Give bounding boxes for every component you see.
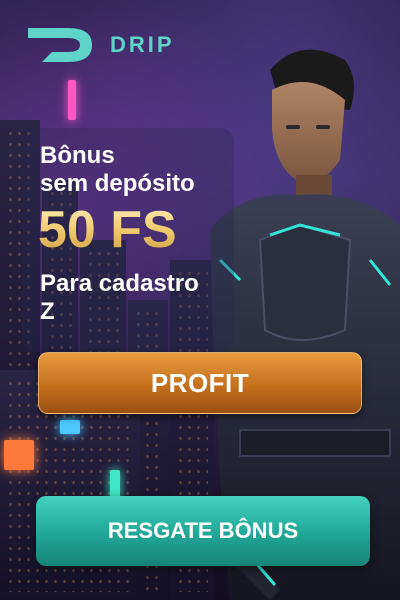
neon-sign <box>4 440 34 470</box>
neon-sign <box>68 80 76 120</box>
brand-name: DRIP <box>110 32 175 57</box>
claim-bonus-button[interactable]: RESGATE BÔNUS <box>36 496 370 566</box>
promo-title-line1: Bônus <box>40 142 115 169</box>
promo-subtitle-line1: Para cadastro <box>40 270 199 297</box>
claim-bonus-label: RESGATE BÔNUS <box>107 518 299 543</box>
drip-logo-icon <box>28 28 92 62</box>
neon-sign <box>60 420 80 434</box>
promo-code-box[interactable]: PROFIT <box>38 352 362 414</box>
promo-amount: 50 FS <box>38 201 177 259</box>
brand-logo: DRIP <box>28 22 175 68</box>
promo-code-text: PROFIT <box>150 367 250 398</box>
promo-subtitle-line2: Z <box>40 298 55 325</box>
promo-title-line2: sem depósito <box>40 170 195 197</box>
